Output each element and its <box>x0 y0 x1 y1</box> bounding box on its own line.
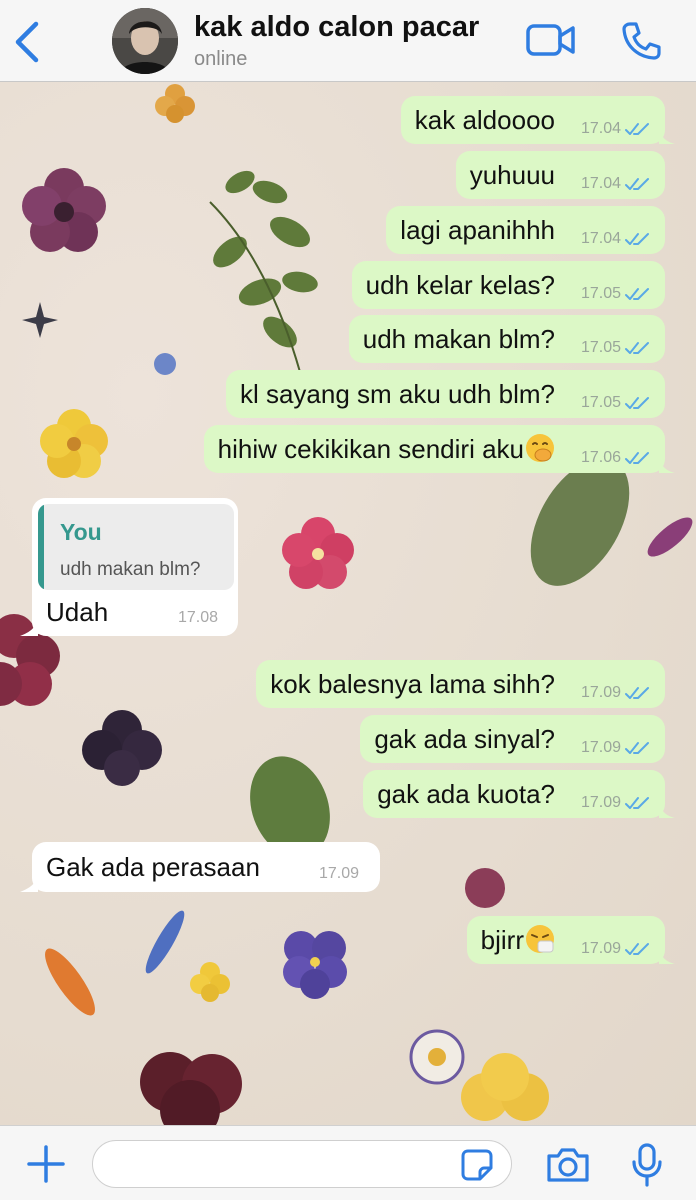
avatar[interactable] <box>112 8 178 74</box>
read-receipt-icon <box>625 123 649 135</box>
hand-over-mouth-emoji <box>526 434 554 462</box>
message-time: 17.05 <box>580 285 621 302</box>
phone-icon <box>622 22 661 60</box>
camera-icon <box>547 1148 589 1182</box>
reply-text: udh makan blm? <box>60 559 201 580</box>
read-receipt-icon <box>625 943 649 955</box>
reply-accent-bar <box>38 504 44 590</box>
bubble-tail <box>659 948 675 964</box>
message-time: 17.06 <box>580 449 621 466</box>
sticker-button[interactable] <box>460 1148 494 1182</box>
read-receipt-icon <box>625 288 649 300</box>
contact-name[interactable]: kak aldo calon pacar <box>194 11 479 44</box>
message-time: 17.09 <box>319 865 360 882</box>
message-time: 17.09 <box>580 940 621 957</box>
bubble-tail <box>20 618 38 636</box>
back-button[interactable] <box>10 20 46 64</box>
read-receipt-icon <box>625 797 649 809</box>
message-outgoing[interactable]: gak ada sinyal? 17.09 <box>360 715 665 763</box>
message-text: Udah <box>46 597 109 627</box>
sticker-icon <box>461 1149 493 1181</box>
message-time: 17.09 <box>580 739 621 756</box>
message-text: gak ada kuota? <box>377 779 555 809</box>
message-text: gak ada sinyal? <box>374 724 555 754</box>
bubble-tail <box>20 874 38 892</box>
message-time: 17.04 <box>580 230 621 247</box>
message-input[interactable] <box>92 1140 512 1188</box>
message-text: Gak ada perasaan <box>46 852 260 882</box>
message-outgoing[interactable]: kok balesnya lama sihh? 17.09 <box>256 660 665 708</box>
message-outgoing[interactable]: yuhuuu 17.04 <box>455 151 665 199</box>
message-text: udh makan blm? <box>362 324 555 354</box>
message-text: bjirr <box>480 925 524 955</box>
read-receipt-icon <box>625 178 649 190</box>
read-receipt-icon <box>625 742 649 754</box>
bubble-tail <box>659 128 675 144</box>
message-outgoing[interactable]: gak ada kuota? 17.09 <box>363 770 675 818</box>
message-outgoing[interactable]: bjirr 17.09 <box>466 916 675 964</box>
message-time: 17.05 <box>580 339 621 356</box>
read-receipt-icon <box>625 452 649 464</box>
message-time: 17.09 <box>580 684 621 701</box>
quoted-reply[interactable]: You udh makan blm? <box>38 504 234 590</box>
message-time: 17.05 <box>580 394 621 411</box>
message-text: yuhuuu <box>469 160 555 190</box>
message-time: 17.04 <box>580 175 621 192</box>
message-outgoing[interactable]: udh kelar kelas? 17.05 <box>351 261 665 309</box>
message-input-bar <box>0 1125 696 1200</box>
avatar-photo <box>112 8 178 74</box>
video-camera-icon <box>526 24 575 56</box>
message-outgoing[interactable]: lagi apanihhh 17.04 <box>386 206 665 254</box>
contact-status: online <box>194 48 248 70</box>
message-time: 17.08 <box>178 609 219 626</box>
message-outgoing[interactable]: hihiw cekikikan sendiri aku 17.06 <box>203 425 675 473</box>
message-text: kak aldoooo <box>414 105 555 135</box>
read-receipt-icon <box>625 687 649 699</box>
read-receipt-icon <box>625 342 649 354</box>
chat-wallpaper: kak aldoooo 17.04 yuhuuu 17.04 lagi apan… <box>0 82 696 1125</box>
bubble-tail <box>659 457 675 473</box>
message-text: lagi apanihhh <box>400 215 555 245</box>
message-text: kok balesnya lama sihh? <box>270 669 555 699</box>
video-call-button[interactable] <box>526 22 576 58</box>
camera-button[interactable] <box>545 1146 591 1184</box>
message-incoming[interactable]: You udh makan blm? Udah 17.08 <box>20 498 238 636</box>
chat-header: kak aldo calon pacar online <box>0 0 696 82</box>
voice-call-button[interactable] <box>620 20 662 62</box>
read-receipt-icon <box>625 397 649 409</box>
message-text: kl sayang sm aku udh blm? <box>239 379 555 409</box>
sneezing-face-emoji <box>526 925 554 953</box>
reply-author: You <box>60 519 102 545</box>
message-incoming[interactable]: Gak ada perasaan 17.09 <box>20 842 380 892</box>
message-outgoing[interactable]: kak aldoooo 17.04 <box>400 96 675 144</box>
plus-icon <box>27 1145 65 1183</box>
message-text: udh kelar kelas? <box>365 270 555 300</box>
microphone-button[interactable] <box>630 1142 664 1188</box>
microphone-icon <box>632 1143 662 1187</box>
message-outgoing[interactable]: kl sayang sm aku udh blm? 17.05 <box>225 370 665 418</box>
read-receipt-icon <box>625 233 649 245</box>
message-outgoing[interactable]: udh makan blm? 17.05 <box>348 315 665 363</box>
message-text: hihiw cekikikan sendiri aku <box>217 434 524 464</box>
bubble-tail <box>659 802 675 818</box>
chevron-left-icon <box>15 21 39 63</box>
message-time: 17.04 <box>580 120 621 137</box>
attach-button[interactable] <box>26 1144 66 1184</box>
message-time: 17.09 <box>580 794 621 811</box>
